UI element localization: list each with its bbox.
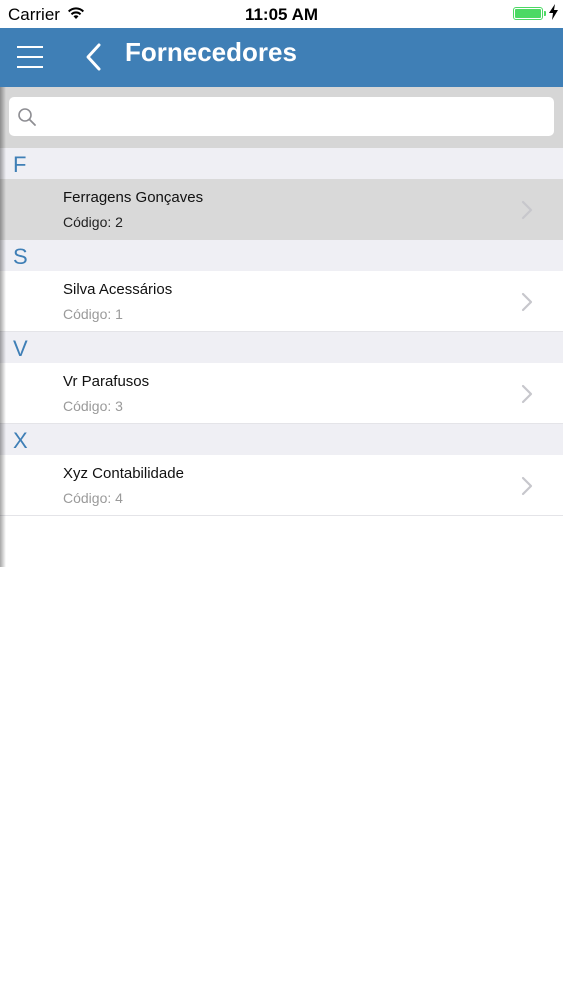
chevron-right-icon [521,476,533,501]
supplier-name: Vr Parafusos [63,373,150,390]
section-letter: X [13,428,28,453]
supplier-code: Código: 2 [63,214,123,230]
status-time: 11:05 AM [244,5,319,24]
supplier-code: Código: 4 [63,490,123,506]
drawer-edge-shadow [0,87,6,567]
search-input[interactable] [41,97,545,138]
chevron-right-icon [521,384,533,409]
list-item-ferragens-goncaves[interactable]: Ferragens Gonçaves Código: 2 [0,179,563,240]
battery-icon [513,7,543,20]
supplier-name: Ferragens Gonçaves [63,189,204,206]
page-title: Fornecedores [125,37,297,67]
battery-level-fill [515,9,541,18]
section-letter: V [13,336,28,361]
section-header-x: X [0,424,563,455]
search-bar-container [0,87,563,148]
search-box[interactable] [9,97,554,138]
status-bar: Carrier 11:05 AM [0,0,563,28]
charging-bolt-icon [549,4,558,24]
chevron-left-icon[interactable] [82,42,108,72]
section-header-v: V [0,332,563,363]
section-letter: S [13,244,28,269]
supplier-code: Código: 1 [63,306,123,322]
battery-cap [544,11,546,16]
section-header-s: S [0,240,563,271]
navigation-bar: Fornecedores [0,28,563,87]
section-letter: F [13,152,27,177]
list-item-xyz-contabilidade[interactable]: Xyz Contabilidade Código: 4 [0,455,563,516]
supplier-name: Silva Acessários [63,281,173,298]
supplier-list: F Ferragens Gonçaves Código: 2 S Silva A… [0,148,563,516]
hamburger-menu-icon[interactable] [17,44,43,70]
supplier-name: Xyz Contabilidade [63,465,184,482]
list-item-vr-parafusos[interactable]: Vr Parafusos Código: 3 [0,363,563,424]
chevron-right-icon [521,292,533,317]
list-item-silva-acessarios[interactable]: Silva Acessários Código: 1 [0,271,563,332]
search-icon [17,107,37,132]
chevron-right-icon [521,200,533,225]
supplier-code: Código: 3 [63,398,123,414]
section-header-f: F [0,148,563,179]
